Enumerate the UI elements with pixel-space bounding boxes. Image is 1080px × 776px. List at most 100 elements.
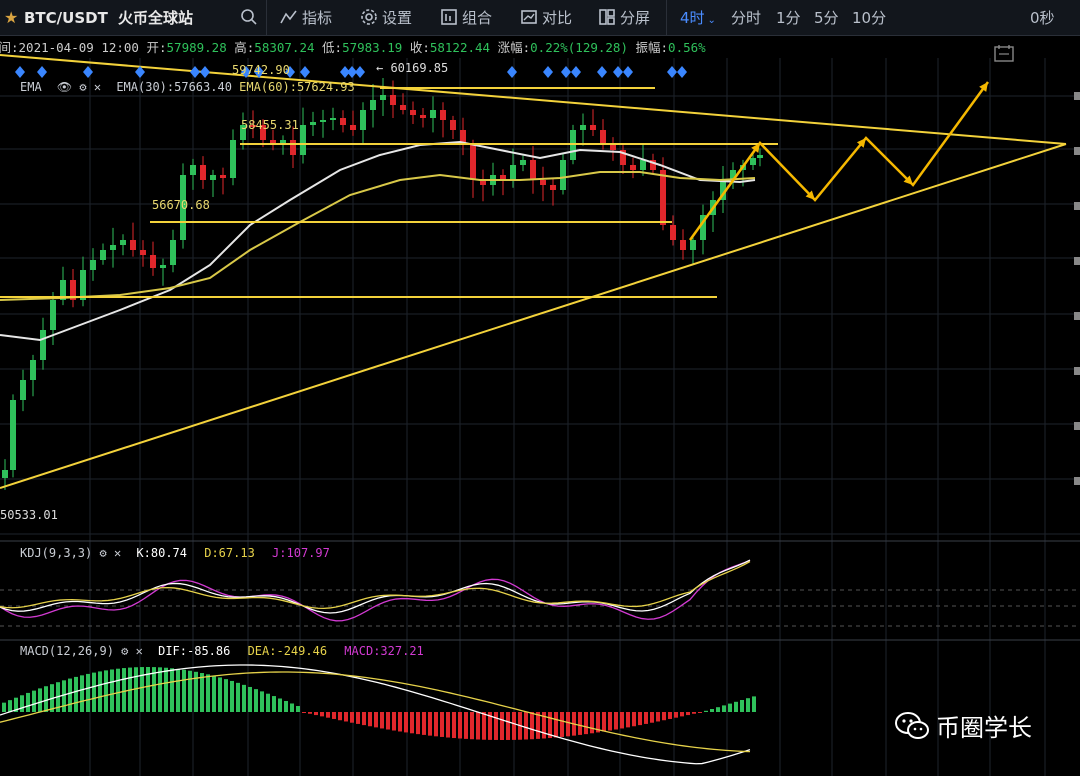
- macd-histogram-bar: [440, 712, 444, 737]
- close-icon[interactable]: ✕: [136, 644, 143, 658]
- indicators-button[interactable]: 指标: [280, 0, 332, 36]
- macd-histogram-bar: [470, 712, 474, 740]
- macd-histogram-bar: [650, 712, 654, 723]
- macd-legend: MACD(12,26,9) ⚙ ✕ DIF:-85.86 DEA:-249.46…: [0, 644, 424, 658]
- candle-body: [550, 185, 556, 190]
- macd-histogram-bar: [566, 712, 570, 737]
- macd-histogram-bar: [710, 709, 714, 712]
- candle-body: [440, 110, 446, 120]
- macd-histogram-bar: [560, 712, 564, 737]
- macd-histogram-bar: [656, 712, 660, 722]
- macd-histogram-bar: [200, 673, 204, 712]
- candle-body: [140, 250, 146, 255]
- macd-name: MACD(12,26,9): [20, 644, 114, 658]
- exchange-name: 火币全球站: [118, 9, 194, 27]
- macd-histogram-bar: [266, 693, 270, 712]
- close-icon[interactable]: ✕: [114, 546, 121, 560]
- macd-histogram-bar: [614, 712, 618, 730]
- candle-body: [530, 160, 536, 180]
- macd-histogram-bar: [632, 712, 636, 727]
- candle-body: [540, 180, 546, 185]
- macd-histogram-bar: [2, 702, 6, 712]
- candle-body: [330, 118, 336, 120]
- candle-body: [170, 240, 176, 265]
- signal-diamond: [200, 66, 210, 78]
- candle-body: [560, 160, 566, 190]
- macd-histogram-bar: [110, 669, 114, 712]
- gear-icon[interactable]: ⚙: [99, 546, 106, 560]
- watermark-text: 币圈学长: [936, 714, 1032, 742]
- candle-body: [150, 255, 156, 268]
- signal-diamond: [613, 66, 623, 78]
- gear-icon[interactable]: ⚙: [79, 80, 86, 94]
- interval-10m-tab[interactable]: 10分: [852, 0, 886, 36]
- kdj-name: KDJ(9,3,3): [20, 546, 93, 560]
- watermark: 币圈学长: [894, 708, 1032, 743]
- macd-histogram-bar: [188, 670, 192, 712]
- search-icon[interactable]: [240, 0, 262, 36]
- candle-body: [10, 400, 16, 470]
- candle-body: [380, 95, 386, 100]
- kdj-k-value: K:80.74: [136, 546, 187, 560]
- macd-histogram-bar: [428, 712, 432, 736]
- macd-histogram-bar: [86, 673, 90, 712]
- macd-histogram-bar: [176, 668, 180, 712]
- interval-5m-tab[interactable]: 5分: [814, 0, 839, 36]
- candle-body: [600, 130, 606, 145]
- ascending-trend-line: [0, 143, 1067, 489]
- macd-histogram-bar: [644, 712, 648, 724]
- candle-body: [610, 145, 616, 150]
- indicators-icon: [280, 10, 297, 24]
- macd-histogram-bar: [260, 691, 264, 712]
- candle-body: [110, 245, 116, 250]
- settings-button[interactable]: 设置: [360, 0, 412, 36]
- macd-histogram-bar: [404, 712, 408, 733]
- macd-histogram-bar: [662, 712, 666, 721]
- interval-1m-tab[interactable]: 1分: [776, 0, 801, 36]
- interval-4h-tab[interactable]: 4时 ⌄: [680, 0, 716, 36]
- macd-histogram-bar: [608, 712, 612, 731]
- axis-tick: [1074, 92, 1080, 100]
- macd-histogram-bar: [80, 675, 84, 712]
- price-chart[interactable]: [0, 36, 1080, 776]
- symbol-name[interactable]: BTC/USDT: [24, 0, 108, 36]
- signal-diamond: [190, 66, 200, 78]
- macd-histogram-bar: [620, 712, 624, 729]
- axis-tick: [1074, 422, 1080, 430]
- macd-histogram-bar: [344, 712, 348, 722]
- macd-histogram-bar: [698, 712, 702, 713]
- candle-body: [690, 240, 696, 250]
- favorite-star-icon[interactable]: ★: [4, 0, 18, 36]
- macd-histogram-bar: [278, 698, 282, 712]
- interval-timeline-tab[interactable]: 分时: [731, 0, 761, 36]
- close-icon[interactable]: ✕: [94, 80, 101, 94]
- macd-histogram-bar: [740, 700, 744, 712]
- compare-button[interactable]: 对比: [520, 0, 572, 36]
- macd-histogram-bar: [326, 712, 330, 718]
- calendar-icon[interactable]: [994, 44, 1014, 66]
- candle-body: [160, 265, 166, 268]
- split-screen-button[interactable]: 分屏: [598, 0, 650, 36]
- candle-body: [390, 95, 396, 105]
- ema-name: EMA: [20, 80, 42, 94]
- macd-histogram-bar: [536, 712, 540, 739]
- candle-body: [670, 225, 676, 240]
- macd-hist-value: MACD:327.21: [344, 644, 424, 658]
- candle-body: [750, 158, 756, 165]
- eye-icon[interactable]: 👁: [57, 80, 72, 94]
- candle-body: [370, 100, 376, 110]
- support-price-label: 56670.68: [152, 198, 210, 212]
- combo-button[interactable]: 组合: [440, 0, 492, 36]
- candle-body: [100, 250, 106, 260]
- macd-histogram-bar: [746, 698, 750, 712]
- candle-body: [360, 110, 366, 130]
- macd-histogram-bar: [452, 712, 456, 739]
- candle-body: [2, 470, 8, 478]
- macd-histogram-bar: [182, 669, 186, 712]
- macd-histogram-bar: [728, 703, 732, 712]
- gear-icon[interactable]: ⚙: [121, 644, 128, 658]
- macd-histogram-bar: [422, 712, 426, 735]
- signal-diamond: [300, 66, 310, 78]
- split-screen-icon: [599, 9, 615, 25]
- macd-histogram-bar: [398, 712, 402, 732]
